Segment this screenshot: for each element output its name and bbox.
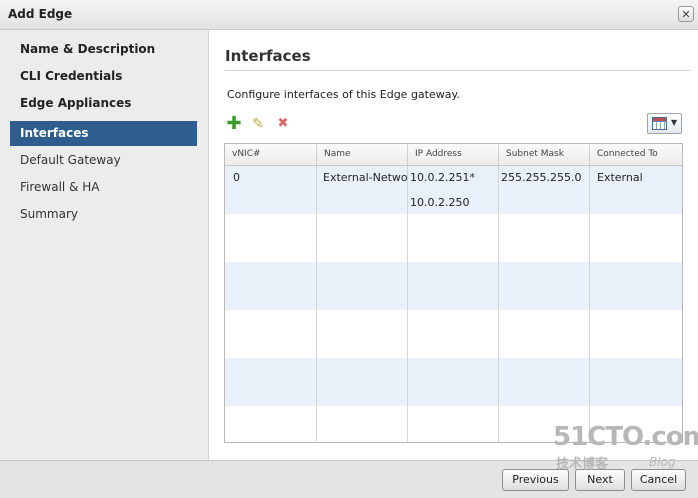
page-description: Configure interfaces of this Edge gatewa… <box>227 88 460 101</box>
dialog-title: Add Edge <box>8 7 73 21</box>
previous-button[interactable]: Previous <box>502 469 569 491</box>
pencil-icon[interactable]: ✎ <box>250 116 266 132</box>
column-chooser-button[interactable]: ▼ <box>647 113 682 134</box>
cell-ip-secondary: 10.0.2.250 <box>410 196 470 209</box>
dialog-titlebar: Add Edge ✕ <box>0 0 698 30</box>
column-header-name[interactable]: Name <box>317 144 408 165</box>
empty-row <box>225 262 682 310</box>
watermark-sub: 技术博客 <box>556 457 609 472</box>
title-divider <box>225 70 691 71</box>
close-icon[interactable]: ✕ <box>678 6 694 22</box>
cell-name: External-Netwo <box>323 171 407 184</box>
nav-step-edge-appliances[interactable]: Edge Appliances <box>10 91 197 116</box>
nav-step-name-description[interactable]: Name & Description <box>10 37 197 62</box>
empty-row <box>225 214 682 262</box>
column-divider <box>498 166 499 442</box>
add-icon[interactable]: ✚ <box>226 115 242 133</box>
watermark-main: 51CTO.com <box>553 422 698 452</box>
cancel-button[interactable]: Cancel <box>631 469 686 491</box>
cell-ip-primary: 10.0.2.251* <box>410 171 475 184</box>
page-title: Interfaces <box>225 47 311 65</box>
column-header-subnet-mask[interactable]: Subnet Mask <box>499 144 590 165</box>
wizard-steps-nav: Name & Description CLI Credentials Edge … <box>0 30 209 460</box>
column-header-connected-to[interactable]: Connected To <box>590 144 682 165</box>
cell-connected-to: External <box>597 171 643 184</box>
interfaces-table: vNIC# Name IP Address Subnet Mask Connec… <box>224 143 683 443</box>
main-panel: Interfaces Configure interfaces of this … <box>209 30 698 460</box>
nav-step-interfaces[interactable]: Interfaces <box>10 121 197 146</box>
delete-icon[interactable]: ✖ <box>275 116 291 132</box>
nav-step-cli-credentials[interactable]: CLI Credentials <box>10 64 197 89</box>
column-divider <box>407 166 408 442</box>
nav-step-firewall-ha[interactable]: Firewall & HA <box>10 175 197 200</box>
cell-vnic: 0 <box>233 171 240 184</box>
columns-grid-icon <box>652 117 667 130</box>
empty-row <box>225 358 682 406</box>
column-divider <box>316 166 317 442</box>
column-divider <box>589 166 590 442</box>
table-header: vNIC# Name IP Address Subnet Mask Connec… <box>225 144 682 166</box>
nav-step-default-gateway[interactable]: Default Gateway <box>10 148 197 173</box>
watermark-logo: 51CTO.com 技术博客 Blog <box>553 422 698 472</box>
nav-step-summary[interactable]: Summary <box>10 202 197 227</box>
chevron-down-icon: ▼ <box>671 118 678 127</box>
cell-subnet-mask: 255.255.255.0 <box>501 171 582 184</box>
table-row[interactable]: 0 External-Netwo 10.0.2.251* 10.0.2.250 … <box>225 166 682 214</box>
empty-row <box>225 310 682 358</box>
next-button[interactable]: Next <box>575 469 625 491</box>
column-header-vnic[interactable]: vNIC# <box>225 144 317 165</box>
watermark-blog: Blog <box>649 455 676 469</box>
column-header-ip-address[interactable]: IP Address <box>408 144 499 165</box>
